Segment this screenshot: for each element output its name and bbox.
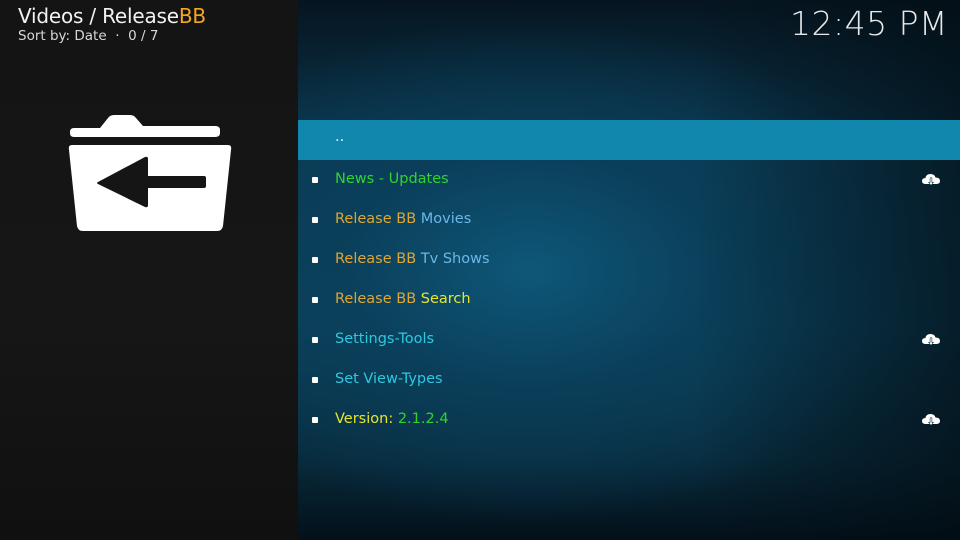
bullet-icon [312,177,318,183]
bullet-icon [312,297,318,303]
sort-label: Sort by: Date [18,28,107,44]
list-item[interactable]: Set View-Types [298,360,960,400]
list-item-label: Set View-Types [335,371,443,387]
bullet-icon [312,417,318,423]
sidebar [0,0,298,540]
label-segment: .. [335,129,345,145]
label-segment: Release BB [335,291,421,307]
list-item[interactable]: Version: 2.1.2.4 [298,400,960,440]
clock: 12:45 PM [790,4,948,43]
bullet-icon [312,377,318,383]
list-item-label: .. [335,129,344,145]
label-segment: Release BB [335,251,421,267]
list-item[interactable]: Release BB Tv Shows [298,240,960,280]
label-segment: Movies [420,211,472,227]
file-list: .. News - Updates Release BB Movies Release… [298,120,960,440]
label-segment: Release BB [335,211,421,227]
list-item[interactable]: Release BB Movies [298,200,960,240]
label-segment: Settings-Tools [335,331,435,347]
label-segment: Set View-Types [335,371,443,387]
list-item[interactable]: Settings-Tools [298,320,960,360]
label-segment: Version: [335,411,398,427]
cloud-download-icon [922,174,940,186]
list-item-label: Release BB Movies [335,211,471,227]
bullet-icon [312,337,318,343]
header: Videos / ReleaseBB Sort by: Date · 0 / 7 [18,4,206,44]
bullet-icon [312,257,318,263]
list-item-label: Version: 2.1.2.4 [335,411,449,427]
breadcrumb-title: Videos / ReleaseBB [18,4,206,28]
list-item-label: Release BB Tv Shows [335,251,490,267]
label-segment: 2.1.2.4 [397,411,449,427]
list-item-label: Release BB Search [335,291,471,307]
breadcrumb-accent: BB [178,4,206,28]
cloud-download-icon [922,414,940,426]
separator: · [115,28,120,44]
label-segment: News - Updates [335,171,449,187]
list-item-label: Settings-Tools [335,331,434,347]
list-item[interactable]: Release BB Search [298,280,960,320]
list-item-parent[interactable]: .. [298,120,960,160]
cloud-download-icon [922,334,940,346]
bullet-icon [312,217,318,223]
folder-back-icon[interactable] [68,112,232,234]
list-item[interactable]: News - Updates [298,160,960,200]
label-segment: Search [420,291,471,307]
sort-info: Sort by: Date · 0 / 7 [18,28,206,44]
item-position: 0 / 7 [128,28,159,44]
breadcrumb-path: Videos / Release [18,4,179,28]
label-segment: Tv Shows [420,251,490,267]
list-item-label: News - Updates [335,171,449,187]
